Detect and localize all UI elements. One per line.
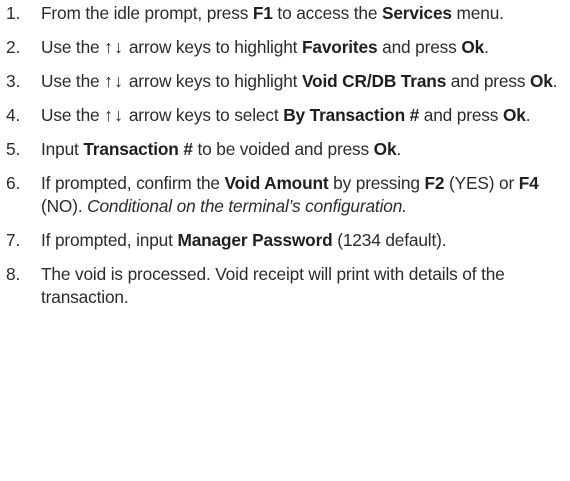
step-2: 2. Use the ↑↓ arrow keys to highlight Fa… [0, 36, 570, 59]
step-4: 4. Use the ↑↓ arrow keys to select By Tr… [0, 104, 570, 127]
up-down-arrows-icon: ↑↓ [104, 71, 125, 91]
step-text-segment: (1234 default). [332, 230, 447, 250]
step-text: Input Transaction # to be voided and pre… [41, 138, 570, 161]
key-ok: Ok [461, 37, 485, 57]
step-text-segment: and press [419, 105, 503, 125]
step-text-segment: (NO). [41, 196, 88, 216]
menu-services: Services [381, 3, 452, 23]
field-transaction-number: Transaction # [83, 139, 193, 159]
step-number: 1. [6, 3, 21, 23]
step-text: Use the ↑↓ arrow keys to highlight Void … [41, 70, 570, 93]
step-1: 1. From the idle prompt, press F1 to acc… [0, 2, 570, 25]
menu-by-transaction-number: By Transaction # [283, 105, 420, 125]
step-number: 4. [6, 105, 21, 125]
step-text-segment: . [525, 105, 531, 125]
step-text: Use the ↑↓ arrow keys to select By Trans… [41, 104, 570, 127]
step-number: 8. [6, 264, 21, 284]
step-number: 5. [6, 139, 21, 159]
key-f1: F1 [252, 3, 273, 23]
up-down-arrows-icon: ↑↓ [104, 37, 125, 57]
step-text-segment: to be voided and press [192, 139, 374, 159]
step-text-segment: menu. [451, 3, 504, 23]
step-7: 7. If prompted, input Manager Password (… [0, 229, 570, 252]
step-5: 5. Input Transaction # to be voided and … [0, 138, 570, 161]
step-text-segment: arrow keys to highlight [124, 71, 302, 91]
step-text-segment: and press [446, 71, 531, 91]
step-number: 7. [6, 230, 21, 250]
up-down-arrows-icon: ↑↓ [104, 105, 125, 125]
step-text-segment: From the idle prompt, press [41, 3, 253, 23]
conditional-note: Conditional on the terminal’s configurat… [87, 196, 407, 216]
step-text: The void is processed. Void receipt will… [41, 263, 570, 309]
step-3: 3. Use the ↑↓ arrow keys to highlight Vo… [0, 70, 570, 93]
field-manager-password: Manager Password [177, 230, 333, 250]
step-text: If prompted, confirm the Void Amount by … [41, 172, 570, 218]
void-instructions-list: 1. From the idle prompt, press F1 to acc… [0, 0, 570, 309]
key-f4: F4 [518, 173, 539, 193]
step-6: 6. If prompted, confirm the Void Amount … [0, 172, 570, 218]
step-number: 2. [6, 37, 21, 57]
step-text-segment: Use the [41, 71, 105, 91]
menu-void-cr-db-trans: Void CR/DB Trans [301, 71, 447, 91]
step-text-segment: arrow keys to highlight [124, 37, 302, 57]
key-ok: Ok [530, 71, 553, 91]
step-text-segment: Use the [41, 37, 105, 57]
step-text-segment: Input [41, 139, 84, 159]
step-number: 3. [6, 71, 21, 91]
step-text-segment: If prompted, confirm the [41, 173, 225, 193]
key-ok: Ok [502, 105, 526, 125]
step-text-segment: and press [377, 37, 462, 57]
step-text-segment: (YES) or [444, 173, 519, 193]
step-text-segment: to access the [272, 3, 382, 23]
key-ok: Ok [373, 139, 397, 159]
step-text-segment: . [396, 139, 402, 159]
step-text: If prompted, input Manager Password (123… [41, 229, 570, 252]
step-text-segment: by pressing [328, 173, 425, 193]
step-text-segment: arrow keys to select [124, 105, 284, 125]
step-8: 8. The void is processed. Void receipt w… [0, 263, 570, 309]
step-number: 6. [6, 173, 21, 193]
step-text-segment: If prompted, input [41, 230, 178, 250]
step-text-segment: Use the [41, 105, 105, 125]
step-text-segment: The void is processed. Void receipt will… [41, 264, 505, 307]
menu-favorites: Favorites [301, 37, 378, 57]
step-text: From the idle prompt, press F1 to access… [41, 2, 570, 25]
step-text: Use the ↑↓ arrow keys to highlight Favor… [41, 36, 570, 59]
step-text-segment: . [484, 37, 489, 57]
field-void-amount: Void Amount [224, 173, 329, 193]
key-f2: F2 [424, 173, 445, 193]
step-text-segment: . [552, 71, 558, 91]
